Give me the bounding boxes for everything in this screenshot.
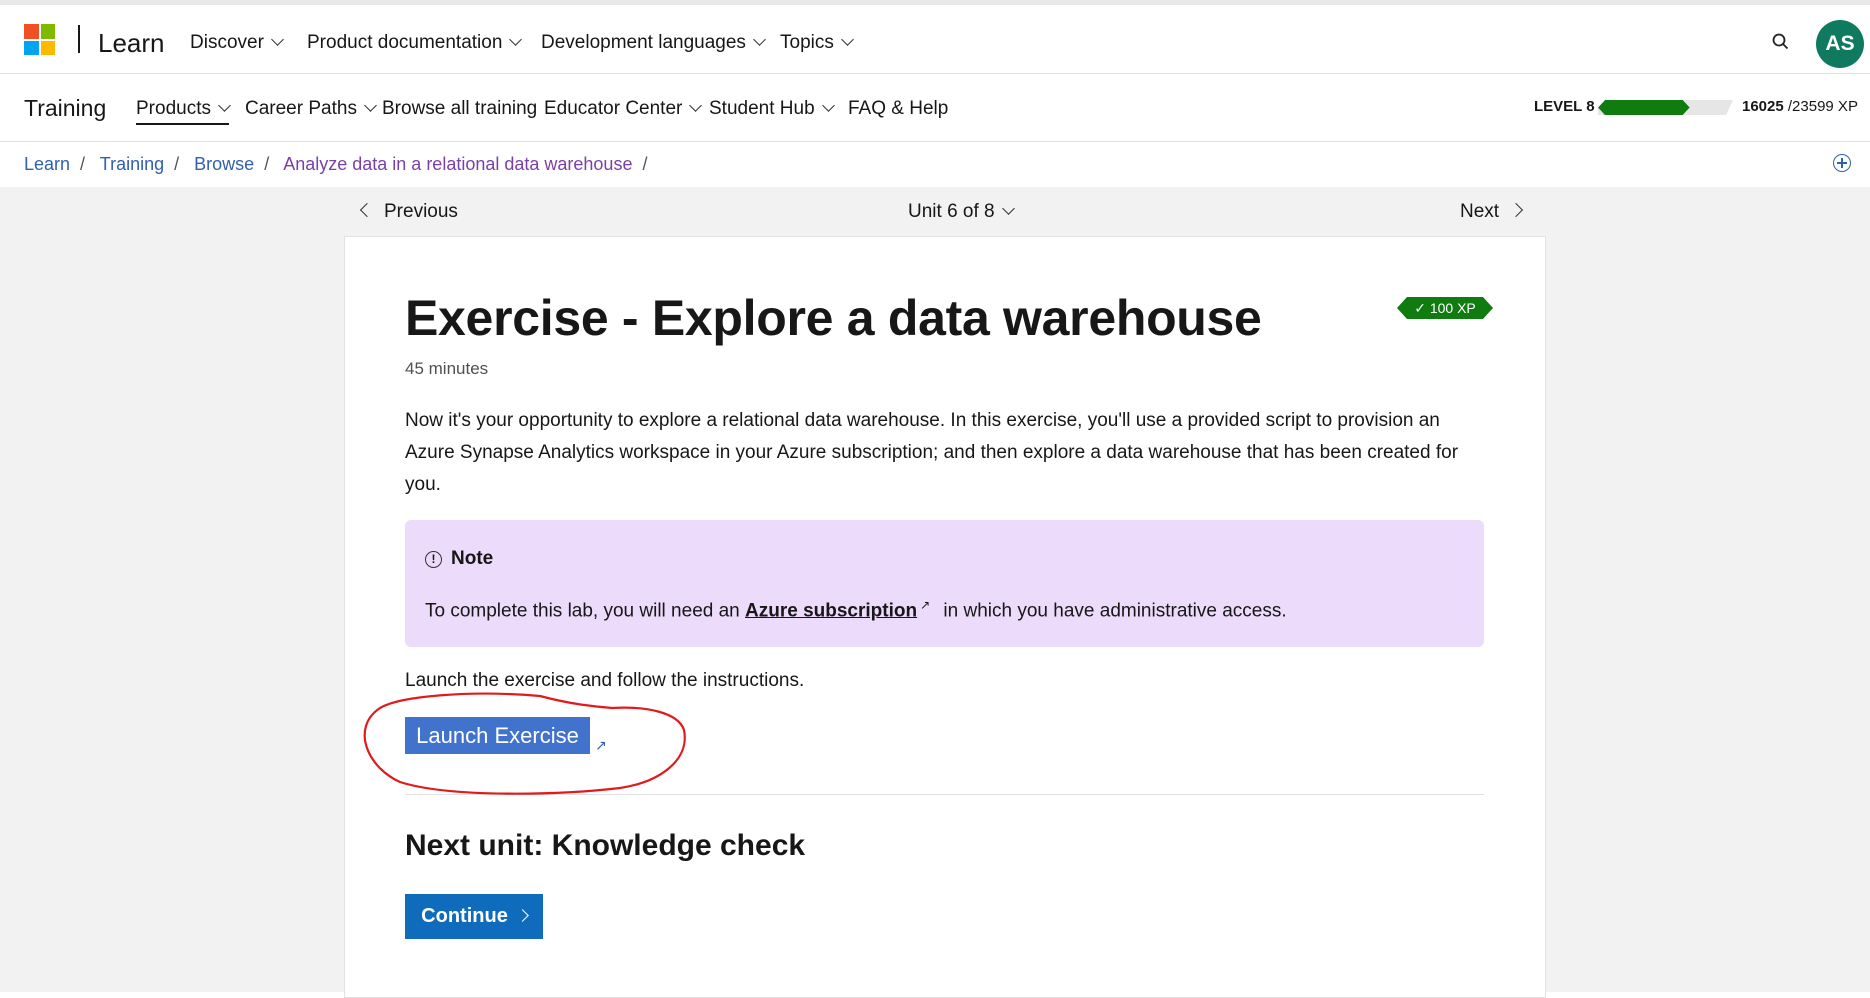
previous-label: Previous	[384, 201, 458, 222]
checkmark-icon: ✓	[1414, 300, 1430, 316]
learn-brand-link[interactable]: Learn	[98, 28, 165, 59]
breadcrumb: Learn / Training / Browse / Analyze data in…	[24, 154, 657, 175]
info-icon: !	[425, 551, 442, 568]
tab-browse-all-training[interactable]: Browse all training	[382, 98, 537, 120]
intro-paragraph: Now it's your opportunity to explore a r…	[405, 410, 1459, 495]
page-title: Exercise - Explore a data warehouse	[405, 290, 1262, 346]
xp-current: 16025	[1742, 98, 1784, 115]
logo-divider	[78, 25, 80, 53]
note-text-before: To complete this lab, you will need an	[425, 600, 746, 622]
breadcrumb-separator: /	[264, 154, 270, 174]
chevron-down-icon	[689, 99, 703, 112]
microsoft-logo-icon[interactable]	[24, 24, 55, 55]
xp-progress-fill	[1598, 100, 1690, 115]
nav-discover[interactable]: Discover	[190, 32, 284, 54]
divider	[405, 794, 1484, 795]
unit-selector[interactable]: Unit 6 of 8	[908, 201, 1015, 223]
xp-total-value: /23599 XP	[1787, 98, 1858, 115]
search-button[interactable]	[1770, 31, 1792, 53]
breadcrumb-separator: /	[174, 154, 180, 174]
tab-products-label: Products	[136, 98, 211, 119]
global-header: Learn Discover Product documentation Dev…	[0, 5, 1870, 74]
nav-discover-label: Discover	[190, 32, 264, 53]
training-header: Training Products Career Paths Browse al…	[0, 74, 1870, 142]
chevron-right-icon	[515, 909, 529, 922]
tab-student-hub-label: Student Hub	[709, 98, 815, 119]
chevron-down-icon	[271, 33, 284, 46]
chevron-left-icon	[359, 202, 375, 218]
chevron-down-icon	[218, 99, 231, 112]
continue-label: Continue	[421, 905, 508, 927]
external-link-icon: ↗	[920, 598, 931, 612]
nav-development-languages[interactable]: Development languages	[541, 32, 766, 54]
launch-exercise-button[interactable]: Launch Exercise	[405, 717, 590, 754]
tab-student-hub[interactable]: Student Hub	[709, 98, 835, 120]
continue-button[interactable]: Continue	[405, 894, 543, 939]
breadcrumb-module[interactable]: Analyze data in a relational data wareho…	[283, 154, 632, 174]
tab-educator-center-label: Educator Center	[544, 98, 683, 119]
tab-educator-center[interactable]: Educator Center	[544, 98, 703, 120]
chevron-down-icon	[509, 33, 523, 46]
nav-topics-label: Topics	[780, 32, 834, 53]
add-circle-icon[interactable]	[1833, 154, 1851, 172]
chevron-down-icon	[1001, 202, 1015, 215]
note-title: Note	[451, 548, 494, 569]
note-text: To complete this lab, you will need an A…	[425, 598, 1287, 622]
chevron-down-icon	[364, 99, 377, 112]
chevron-down-icon	[821, 99, 835, 112]
training-title-link[interactable]: Training	[24, 95, 106, 122]
note-text-after: in which you have administrative access.	[938, 600, 1287, 622]
chevron-right-icon	[1509, 202, 1524, 218]
next-label: Next	[1460, 201, 1500, 222]
breadcrumb-training[interactable]: Training	[100, 154, 164, 174]
xp-total: 16025 /23599 XP	[1742, 98, 1858, 115]
tab-faq-help[interactable]: FAQ & Help	[848, 98, 948, 120]
azure-subscription-link[interactable]: Azure subscription	[745, 600, 917, 621]
next-unit-heading: Next unit: Knowledge check	[405, 829, 806, 862]
unit-position: Unit 6 of 8	[908, 201, 995, 222]
search-icon	[1772, 33, 1789, 50]
level-label: LEVEL 8	[1534, 98, 1595, 115]
chevron-down-icon	[753, 33, 766, 46]
breadcrumb-browse[interactable]: Browse	[194, 154, 254, 174]
xp-badge-label: 100 XP	[1429, 300, 1476, 316]
next-unit-link[interactable]: Next	[1460, 201, 1524, 223]
tab-career-paths[interactable]: Career Paths	[245, 98, 377, 120]
chevron-down-icon	[840, 33, 854, 46]
nav-topics[interactable]: Topics	[780, 32, 854, 54]
avatar[interactable]: AS	[1816, 20, 1864, 68]
nav-development-languages-label: Development languages	[541, 32, 746, 53]
breadcrumb-learn[interactable]: Learn	[24, 154, 70, 174]
tab-career-paths-label: Career Paths	[245, 98, 357, 119]
breadcrumb-separator: /	[80, 154, 86, 174]
nav-product-documentation[interactable]: Product documentation	[307, 32, 523, 54]
note-alert: ! Note To complete this lab, you will ne…	[405, 520, 1484, 647]
launch-instructions: Launch the exercise and follow the instr…	[405, 670, 805, 691]
external-link-icon: ↗	[595, 737, 607, 753]
breadcrumb-separator: /	[642, 154, 648, 174]
unit-card: Exercise - Explore a data warehouse ✓ 10…	[344, 236, 1546, 998]
tab-products[interactable]: Products	[136, 98, 231, 125]
nav-product-documentation-label: Product documentation	[307, 32, 503, 53]
xp-badge: ✓ 100 XP	[1397, 297, 1493, 319]
previous-unit-link[interactable]: Previous	[359, 201, 458, 223]
xp-progress-bar	[1598, 100, 1733, 115]
unit-duration: 45 minutes	[405, 359, 489, 378]
